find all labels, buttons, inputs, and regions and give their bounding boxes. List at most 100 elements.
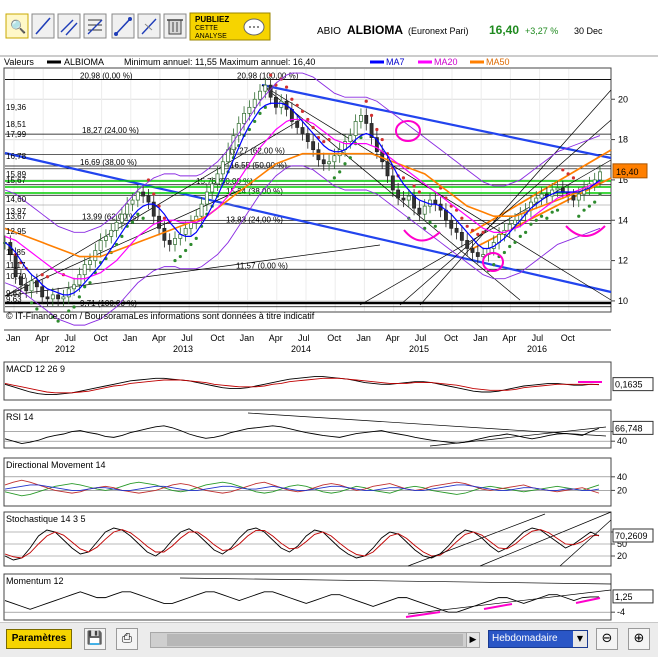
bottom-toolbar: Paramètres 💾 ⎙ ◀ ▶ Hebdomadaire▼ ⊖ ⊕ bbox=[0, 622, 658, 657]
month-label: Apr bbox=[386, 333, 400, 343]
last-price-label: 16,40 bbox=[616, 167, 639, 177]
panel-title: Stochastique 14 3 5 bbox=[6, 514, 86, 524]
candle-body bbox=[385, 161, 390, 177]
candle-body bbox=[300, 127, 305, 134]
y-tick-label: 12 bbox=[618, 256, 628, 266]
sar-dot bbox=[364, 99, 368, 103]
candle-body bbox=[534, 197, 539, 203]
month-label: Oct bbox=[561, 333, 576, 343]
x-axis: Jan Apr Jul Oct Jan Apr Jul Oct Jan Apr Jul Oct Jan A… bbox=[4, 329, 611, 354]
panel-title: Momentum 12 bbox=[6, 576, 64, 586]
candle-body bbox=[130, 199, 135, 205]
candle-body bbox=[119, 213, 124, 223]
last-price: 16,40 bbox=[489, 23, 519, 37]
candle-body bbox=[210, 183, 215, 193]
ad-line-2: CETTE bbox=[195, 25, 218, 32]
sar-dot bbox=[311, 125, 315, 130]
candle-body bbox=[475, 252, 480, 257]
left-price-label: 15,67 bbox=[6, 176, 27, 185]
sar-dot bbox=[492, 263, 496, 267]
exchange-name: (Euronext Pari) bbox=[408, 26, 469, 36]
left-price-label: 19,36 bbox=[6, 103, 27, 112]
panel-frame bbox=[3, 511, 612, 567]
candle-body bbox=[274, 96, 278, 108]
sar-dot bbox=[152, 192, 156, 196]
scroll-right-arrow[interactable]: ▶ bbox=[466, 632, 480, 648]
candle-body bbox=[258, 90, 262, 100]
sar-dot bbox=[470, 228, 475, 232]
zoom-in-icon[interactable]: ⊕ bbox=[628, 628, 650, 650]
zoom-out-icon[interactable]: ⊖ bbox=[596, 628, 618, 650]
sar-dot bbox=[72, 305, 76, 309]
candle-body bbox=[50, 294, 55, 300]
sar-dot bbox=[577, 214, 581, 218]
month-label: Jul bbox=[298, 333, 310, 343]
panel-tick-label: 20 bbox=[617, 485, 627, 495]
parameters-button[interactable]: Paramètres bbox=[6, 629, 72, 649]
fib-level-label: 16,69 (38,00 %) bbox=[80, 158, 137, 167]
candle-body bbox=[199, 203, 204, 217]
sar-dot bbox=[258, 111, 262, 115]
sar-dot bbox=[582, 208, 586, 212]
sar-dot bbox=[332, 176, 336, 180]
sar-dot bbox=[269, 73, 273, 77]
fib-level-label: 11,57 (0,00 %) bbox=[236, 261, 288, 270]
sar-dot bbox=[550, 210, 554, 214]
month-label: Oct bbox=[210, 333, 225, 343]
year-label: 2013 bbox=[173, 344, 193, 354]
sar-dot bbox=[162, 216, 166, 220]
candle-body bbox=[167, 240, 172, 245]
quote-date: 30 Dec bbox=[574, 26, 603, 36]
candle-body bbox=[332, 155, 337, 163]
scroll-thumb[interactable] bbox=[167, 634, 463, 646]
candle-body bbox=[348, 135, 353, 142]
ticker-symbol: ABIO bbox=[317, 26, 341, 37]
candle-body bbox=[311, 141, 316, 151]
sar-dot bbox=[481, 230, 485, 234]
fib-level-label: 13,83 (24,00 %) bbox=[226, 216, 283, 225]
panel-tick-label: 40 bbox=[617, 472, 627, 482]
chevron-down-icon: ▼ bbox=[573, 631, 587, 647]
year-label: 2014 bbox=[291, 344, 311, 354]
candle-body bbox=[109, 229, 114, 237]
dm-panel: Directional Movement 14 20 40 bbox=[3, 457, 627, 507]
left-price-label: 11,85 bbox=[6, 248, 26, 257]
sar-dot bbox=[571, 176, 576, 180]
candle-body bbox=[417, 207, 422, 215]
candle-body bbox=[204, 191, 209, 205]
print-icon[interactable]: ⎙ bbox=[116, 628, 138, 650]
save-icon[interactable]: 💾 bbox=[84, 628, 106, 650]
left-price-label: 10,70 bbox=[6, 272, 27, 281]
values-label: Valeurs bbox=[4, 57, 34, 67]
candle-body bbox=[29, 280, 34, 292]
candle-body bbox=[125, 203, 130, 215]
sar-dot bbox=[529, 222, 533, 226]
fibonacci-button[interactable] bbox=[83, 13, 107, 39]
candle-body bbox=[141, 191, 146, 197]
sar-dot bbox=[40, 273, 44, 277]
sar-dot bbox=[465, 224, 469, 228]
candle-body bbox=[183, 227, 188, 235]
sar-dot bbox=[141, 216, 145, 220]
sar-dot bbox=[120, 234, 124, 238]
panel-frame bbox=[3, 361, 612, 401]
candle-body bbox=[406, 195, 411, 201]
candle-body bbox=[215, 173, 220, 185]
history-scrollbar[interactable] bbox=[150, 632, 480, 648]
candle-body bbox=[353, 121, 358, 136]
candle-body bbox=[77, 274, 82, 286]
candle-body bbox=[56, 294, 61, 300]
candle-body bbox=[268, 84, 273, 98]
period-select[interactable]: Hebdomadaire ▼ bbox=[488, 630, 588, 648]
left-price-label: 12,95 bbox=[6, 227, 27, 236]
publish-analysis-banner[interactable]: PUBLIEZ CETTE ANALYSE bbox=[189, 12, 271, 41]
sar-dot bbox=[290, 97, 294, 101]
candle-body bbox=[114, 221, 119, 231]
candle-body bbox=[93, 250, 98, 261]
panel-title: Directional Movement 14 bbox=[6, 460, 106, 470]
minmax-text: Minimum annuel: 11,55 Maximum annuel: 16… bbox=[124, 57, 315, 67]
candle-body bbox=[459, 232, 464, 241]
draw-channel-button[interactable] bbox=[57, 13, 81, 39]
left-price-label: 18,51 bbox=[6, 120, 27, 129]
month-label: Jan bbox=[123, 333, 138, 343]
